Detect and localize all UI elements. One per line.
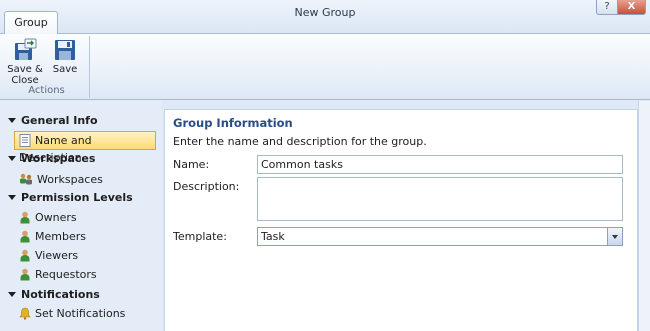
nav-item-label: Workspaces (37, 173, 103, 186)
nav-section-general-info[interactable]: General Info (8, 113, 98, 129)
tab-group[interactable]: Group (4, 11, 58, 35)
window-title: New Group (294, 6, 356, 19)
window-controls: ? X (596, 0, 646, 15)
nav-section-label: Workspaces (21, 152, 96, 165)
nav-item-owners[interactable]: Owners (14, 208, 84, 227)
section-title: Group Information (173, 116, 293, 130)
save-and-close-button[interactable]: Save & Close (5, 38, 45, 86)
person-icon (20, 230, 30, 243)
left-nav: General Info Name and Description Worksp… (0, 101, 162, 331)
title-bar: New Group Group ? X (0, 0, 650, 35)
nav-item-viewers[interactable]: Viewers (14, 246, 85, 265)
nav-item-label: Owners (35, 211, 77, 224)
workspaces-icon (20, 173, 32, 185)
close-button[interactable]: X (618, 0, 646, 15)
save-close-label-1: Save & (7, 64, 43, 75)
nav-item-requestors[interactable]: Requestors (14, 265, 104, 284)
nav-item-members[interactable]: Members (14, 227, 93, 246)
collapse-triangle-icon (8, 156, 16, 161)
template-selected-value: Task (261, 230, 285, 243)
nav-item-label: Members (35, 230, 86, 243)
nav-item-set-notifications[interactable]: Set Notifications (14, 304, 132, 323)
nav-item-label: Requestors (35, 268, 97, 281)
help-button[interactable]: ? (596, 0, 618, 15)
ribbon-group-actions: Save & Close Save Actions (3, 36, 90, 98)
nav-section-workspaces[interactable]: Workspaces (8, 151, 95, 167)
bell-icon (19, 307, 31, 320)
dropdown-button[interactable] (607, 228, 622, 245)
ribbon-group-caption: Actions (28, 85, 65, 96)
name-field[interactable] (257, 155, 623, 174)
nav-item-name-and-description[interactable]: Name and Description (14, 131, 156, 164)
nav-item-workspaces[interactable]: Workspaces (14, 170, 110, 189)
save-label: Save (52, 64, 78, 75)
save-icon (55, 40, 75, 60)
document-icon (19, 134, 31, 147)
chevron-down-icon (612, 235, 618, 239)
instructions-text: Enter the name and description for the g… (173, 135, 427, 148)
template-label: Template: (173, 230, 227, 243)
ribbon: Save & Close Save Actions (0, 34, 650, 100)
collapse-triangle-icon (8, 195, 16, 200)
person-icon (20, 268, 30, 281)
nav-item-label: Set Notifications (35, 307, 126, 320)
collapse-triangle-icon (8, 118, 16, 123)
description-label: Description: (173, 180, 240, 193)
person-icon (20, 249, 30, 262)
save-and-close-icon (15, 38, 37, 60)
save-button[interactable]: Save (49, 38, 81, 75)
nav-section-label: Permission Levels (21, 191, 133, 204)
person-icon (20, 211, 30, 224)
collapse-triangle-icon (8, 292, 16, 297)
nav-item-label: Viewers (35, 249, 79, 262)
template-select[interactable]: Task (257, 227, 623, 246)
nav-section-label: General Info (21, 114, 98, 127)
nav-section-notifications[interactable]: Notifications (8, 287, 100, 303)
name-label: Name: (173, 158, 210, 171)
description-field[interactable] (257, 177, 623, 221)
scrollbar[interactable] (638, 101, 650, 331)
nav-section-label: Notifications (21, 288, 100, 301)
content-panel: Group Information Enter the name and des… (164, 109, 638, 331)
nav-section-permission-levels[interactable]: Permission Levels (8, 190, 133, 206)
